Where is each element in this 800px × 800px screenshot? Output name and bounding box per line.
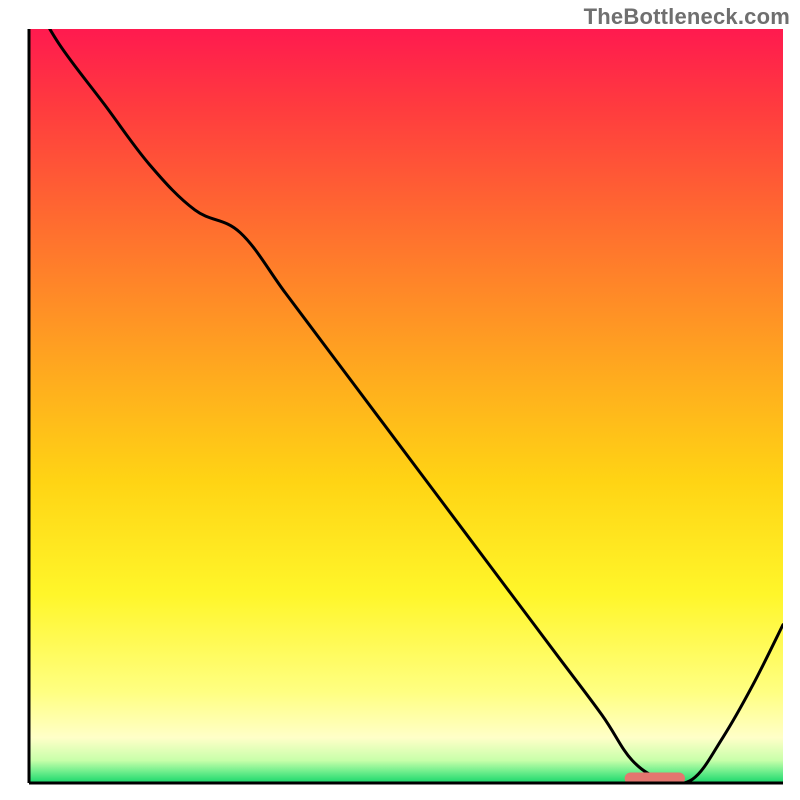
- watermark-text: TheBottleneck.com: [584, 4, 790, 30]
- chart-container: TheBottleneck.com: [0, 0, 800, 800]
- bottleneck-chart: [0, 0, 800, 800]
- gradient-background: [29, 29, 783, 783]
